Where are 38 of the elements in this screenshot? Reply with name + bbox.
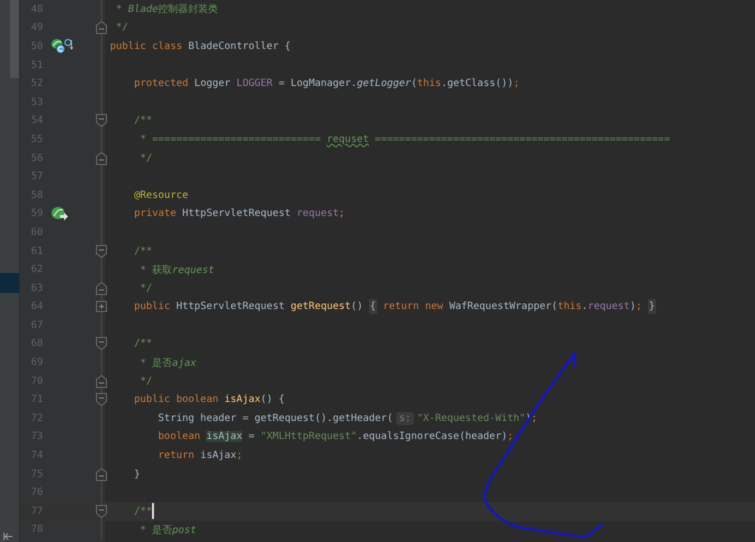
code-line: private HttpServletRequest request; bbox=[133, 208, 345, 220]
code-line: */ bbox=[139, 152, 152, 164]
code-line: * ============================ requset ================================================= bbox=[139, 134, 670, 145]
code-line: */ bbox=[139, 376, 152, 387]
scrollbar-thumb[interactable] bbox=[10, 0, 19, 78]
code-line: /** bbox=[133, 115, 152, 126]
code-line: /** bbox=[133, 338, 152, 350]
code-line: * Blade控制器封装类 bbox=[115, 2, 218, 16]
code-line: */ bbox=[139, 282, 152, 294]
code-line: * 是否ajax bbox=[139, 356, 196, 370]
fold-end-marker[interactable] bbox=[96, 468, 107, 481]
fold-marker[interactable] bbox=[96, 244, 107, 258]
code-line: boolean isAjax = "XMLHttpRequest".equalsIgnoreCase(header); bbox=[157, 431, 514, 442]
fold-marker[interactable] bbox=[96, 337, 107, 350]
code-line: public class BladeController { bbox=[110, 40, 291, 52]
code-line: return isAjax; bbox=[157, 450, 242, 462]
fold-end-marker[interactable] bbox=[96, 21, 107, 34]
code-line: } bbox=[133, 468, 140, 480]
fold-end-marker[interactable] bbox=[96, 374, 107, 388]
bean-class-icon[interactable] bbox=[51, 38, 73, 55]
fold-marker[interactable] bbox=[96, 504, 107, 518]
fold-end-marker[interactable] bbox=[96, 282, 107, 295]
fold-marker[interactable] bbox=[96, 114, 107, 128]
bean-injection-icon[interactable] bbox=[51, 206, 69, 222]
text-caret bbox=[152, 503, 154, 520]
code-line: /** bbox=[133, 506, 152, 517]
code-line: public HttpServletRequest getRequest() { return new WafRequestWrapper(this.request); } bbox=[133, 301, 656, 312]
code-line: * 获取request bbox=[139, 264, 214, 277]
arrow-to-left-icon[interactable] bbox=[3, 532, 13, 541]
code-line: * 是否post bbox=[139, 524, 196, 537]
fold-marker[interactable] bbox=[96, 393, 107, 406]
expand-marker[interactable] bbox=[96, 301, 107, 312]
code-line: /** bbox=[133, 246, 152, 257]
code-line: protected Logger LOGGER = LogManager.getLogger(this.getClass()); bbox=[133, 78, 520, 90]
code-line: @Resource bbox=[133, 190, 188, 201]
fold-end-marker[interactable] bbox=[96, 152, 107, 165]
code-line: */ bbox=[115, 22, 128, 34]
code-line: public boolean isAjax() { bbox=[133, 394, 285, 406]
